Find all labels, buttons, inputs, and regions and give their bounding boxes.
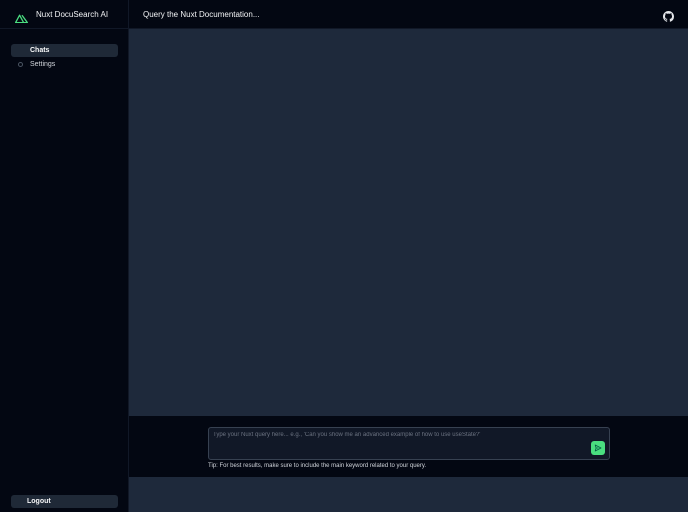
query-input[interactable]: [213, 432, 583, 456]
footer-area: [129, 477, 688, 512]
query-tip: Tip: For best results, make sure to incl…: [208, 463, 427, 469]
app-name: Nuxt DocuSearch AI: [36, 9, 109, 19]
sidebar-item-label: Settings: [30, 61, 56, 68]
brand[interactable]: Nuxt DocuSearch AI: [0, 0, 129, 29]
sidebar-item-chats[interactable]: Chats: [11, 44, 118, 57]
page-title: Query the Nuxt Documentation...: [143, 9, 260, 19]
sidebar: Nuxt DocuSearch AI Chats Settings Logout: [0, 0, 129, 512]
chat-messages-area: [129, 29, 688, 416]
query-composer: [208, 427, 610, 460]
sidebar-item-settings[interactable]: Settings: [11, 58, 118, 71]
logout-button[interactable]: Logout: [11, 495, 118, 508]
composer-section: Tip: For best results, make sure to incl…: [129, 416, 688, 477]
circle-icon: [11, 62, 30, 67]
send-icon: [594, 444, 602, 452]
nuxt-logo-icon: [14, 10, 29, 23]
send-button[interactable]: [591, 441, 605, 455]
header: Query the Nuxt Documentation...: [129, 0, 688, 29]
sidebar-item-label: Chats: [30, 47, 50, 54]
github-icon[interactable]: [663, 9, 674, 22]
